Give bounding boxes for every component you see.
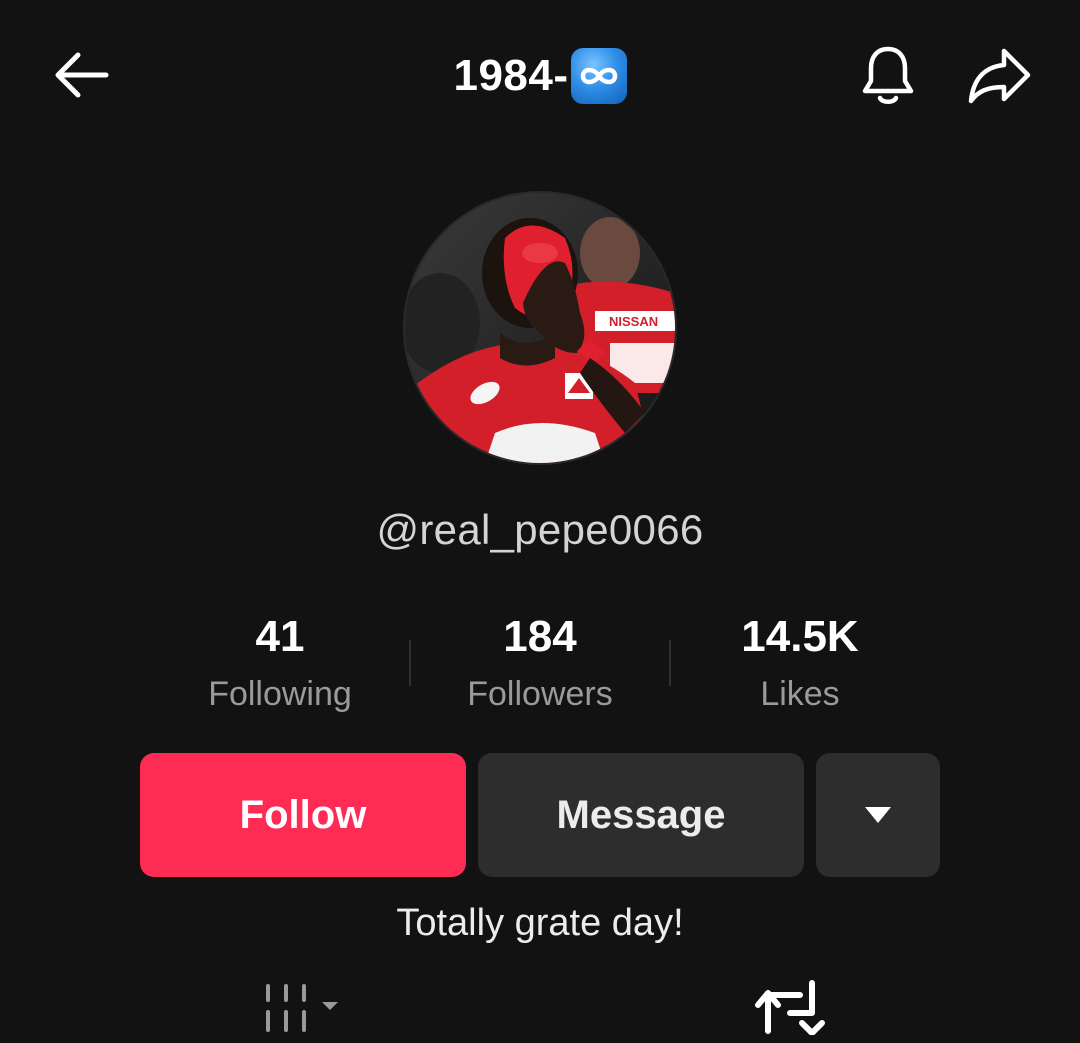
likes-label: Likes [760, 675, 840, 713]
username: @real_pepe0066 [376, 506, 704, 553]
more-options-button[interactable] [816, 753, 940, 877]
top-bar: 1984- [0, 0, 1080, 150]
following-count: 41 [255, 612, 305, 661]
followers-count: 184 [503, 612, 577, 661]
svg-text:NISSAN: NISSAN [609, 314, 658, 329]
infinity-icon [570, 48, 627, 104]
repost-icon [755, 980, 825, 1036]
following-stat[interactable]: 41 Following [150, 608, 410, 722]
page-title: 1984- [453, 51, 569, 100]
tab-reposts[interactable] [750, 975, 830, 1036]
follow-button[interactable]: Follow [140, 753, 466, 877]
tab-videos[interactable] [258, 978, 358, 1038]
avatar[interactable]: NISSAN [405, 193, 675, 463]
profile-photo: NISSAN [405, 193, 675, 463]
share-arrow-icon [968, 48, 1031, 104]
likes-count: 14.5K [741, 612, 859, 661]
bio-text: Totally grate day! [396, 902, 684, 944]
grid-icon [266, 984, 338, 1032]
caret-down-icon [865, 807, 891, 823]
profile-stats: 41 Following 184 Followers 14.5K Likes [150, 608, 930, 728]
likes-stat[interactable]: 14.5K Likes [670, 608, 930, 722]
followers-label: Followers [467, 675, 613, 713]
following-label: Following [208, 675, 352, 713]
bell-icon [862, 46, 914, 104]
message-button[interactable]: Message [478, 753, 804, 877]
followers-stat[interactable]: 184 Followers [410, 608, 670, 722]
notification-button[interactable] [848, 38, 928, 112]
share-button[interactable] [958, 38, 1042, 112]
